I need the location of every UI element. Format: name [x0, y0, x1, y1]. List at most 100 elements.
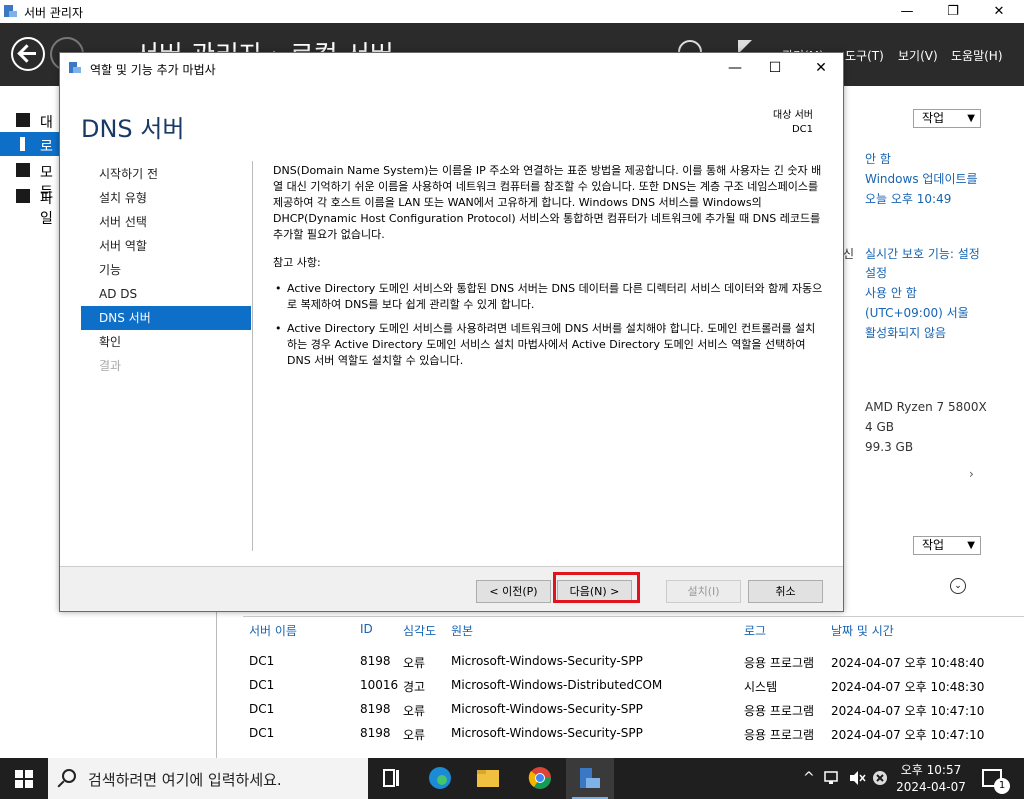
install-button: 설치(I) — [666, 580, 741, 603]
search-placeholder: 검색하려면 여기에 입력하세요. — [88, 771, 282, 789]
menu-help[interactable]: 도움말(H) — [951, 47, 1003, 64]
nav-divider — [252, 161, 253, 551]
feedback-value[interactable]: 설정 — [865, 264, 887, 281]
column-datetime[interactable]: 날짜 및 시간 — [831, 622, 894, 639]
menu-view[interactable]: 보기(V) — [898, 47, 938, 64]
cell-datetime: 2024-04-07 오후 10:47:10 — [831, 728, 985, 742]
file-explorer-button[interactable] — [464, 758, 512, 799]
cell-server-name: DC1 — [249, 678, 275, 692]
back-button[interactable] — [11, 37, 45, 71]
cell-log: 응용 프로그램 — [744, 704, 815, 718]
table-row[interactable]: DC1 10016 경고 Microsoft-Windows-DistributedC… — [217, 676, 1024, 696]
server-manager-icon — [580, 768, 600, 788]
sidebar-item-dashboard[interactable]: 대시 — [0, 108, 60, 151]
dialog-title: 역할 및 기능 추가 마법사 — [90, 63, 216, 77]
dialog-maximize-button[interactable]: ☐ — [760, 58, 790, 78]
step-ad-ds[interactable]: AD DS — [81, 282, 251, 306]
next-button-highlight — [553, 572, 640, 603]
target-server-caption: 대상 서버 — [773, 110, 813, 121]
cell-severity: 오류 — [403, 728, 426, 742]
cell-source: Microsoft-Windows-Security-SPP — [451, 726, 643, 740]
processor-value: AMD Ryzen 7 5800X — [865, 400, 987, 414]
dialog-minimize-button[interactable]: — — [720, 58, 750, 78]
sidebar-item-all-servers[interactable]: 모든 — [0, 158, 60, 201]
volume-muted-icon[interactable] — [848, 770, 866, 786]
menu-tools[interactable]: 도구(T) — [845, 47, 884, 64]
step-features[interactable]: 기능 — [81, 258, 251, 282]
wizard-content: DNS(Domain Name System)는 이름을 IP 주소와 연결하는… — [273, 163, 823, 377]
update-setting-value[interactable]: 안 함 — [865, 150, 891, 167]
note-item: Active Directory 도메인 서비스를 사용하려면 네트워크에 DN… — [273, 321, 823, 369]
dialog-footer: < 이전(P) 다음(N) > 설치(I) 취소 — [60, 566, 843, 611]
column-log[interactable]: 로그 — [744, 622, 766, 639]
outer-window-title: 서버 관리자 — [24, 6, 84, 20]
task-view-button[interactable] — [368, 758, 416, 799]
cell-datetime: 2024-04-07 오후 10:48:30 — [831, 680, 985, 694]
outer-maximize-button[interactable]: ❐ — [930, 0, 976, 23]
cell-server-name: DC1 — [249, 726, 275, 740]
table-row[interactable]: DC1 8198 오류 Microsoft-Windows-Security-SPP 응… — [217, 652, 1024, 672]
cell-datetime: 2024-04-07 오후 10:48:40 — [831, 656, 985, 670]
cell-id: 8198 — [360, 702, 391, 716]
properties-task-dropdown[interactable]: 작업 — [913, 109, 981, 128]
cell-log: 응용 프로그램 — [744, 656, 815, 670]
chrome-icon — [528, 767, 551, 789]
cell-source: Microsoft-Windows-DistributedCOM — [451, 678, 663, 692]
events-collapse-icon[interactable]: ⌄ — [950, 578, 966, 594]
cell-server-name: DC1 — [249, 702, 275, 716]
last-check-value[interactable]: 오늘 오후 10:49 — [865, 190, 951, 207]
chrome-button[interactable] — [516, 758, 564, 799]
column-severity[interactable]: 심각도 — [403, 622, 436, 639]
windows-update-value[interactable]: Windows 업데이트를 — [865, 170, 978, 187]
cell-severity: 오류 — [403, 656, 426, 670]
wizard-icon — [69, 62, 81, 73]
dialog-close-button[interactable]: ✕ — [806, 58, 836, 78]
step-before-you-begin[interactable]: 시작하기 전 — [81, 162, 251, 186]
note-item: Active Directory 도메인 서비스와 통합된 DNS 서버는 DN… — [273, 281, 823, 313]
outer-titlebar: 서버 관리자 — ❐ ✕ — [0, 0, 1024, 23]
table-row[interactable]: DC1 8198 오류 Microsoft-Windows-Security-SPP 응… — [217, 700, 1024, 720]
step-dns-server[interactable]: DNS 서버 — [81, 306, 251, 330]
windows-logo-icon — [25, 770, 33, 778]
notification-count-badge: 1 — [994, 778, 1010, 794]
ie-security-value[interactable]: 사용 안 함 — [865, 284, 917, 301]
column-source[interactable]: 원본 — [451, 622, 473, 639]
folder-icon — [477, 770, 499, 787]
step-server-roles[interactable]: 서버 역할 — [81, 234, 251, 258]
activation-value[interactable]: 활성화되지 않음 — [865, 324, 946, 341]
tray-overflow-icon[interactable]: ^ — [803, 770, 815, 786]
cancel-button[interactable]: 취소 — [748, 580, 823, 603]
outer-close-button[interactable]: ✕ — [976, 0, 1022, 23]
server-manager-taskbar-button[interactable] — [566, 758, 614, 799]
step-confirmation[interactable]: 확인 — [81, 330, 251, 354]
cell-id: 8198 — [360, 654, 391, 668]
cell-log: 시스템 — [744, 680, 778, 694]
edge-button[interactable] — [416, 758, 464, 799]
step-installation-type[interactable]: 설치 유형 — [81, 186, 251, 210]
outer-minimize-button[interactable]: — — [884, 0, 930, 23]
target-server-label: 대상 서버 DC1 — [773, 109, 813, 137]
column-id[interactable]: ID — [360, 622, 373, 636]
realtime-protection-value[interactable]: 실시간 보호 기능: 설정 — [865, 245, 980, 262]
local-server-icon — [20, 137, 25, 151]
taskbar-search[interactable]: 검색하려면 여기에 입력하세요. — [48, 758, 368, 799]
sidebar-item-file-services[interactable]: 파일 — [0, 184, 60, 227]
scroll-right-icon[interactable]: › — [969, 467, 974, 481]
network-icon[interactable] — [824, 770, 842, 786]
start-button[interactable] — [0, 758, 48, 799]
taskbar-clock[interactable]: 오후 10:57 2024-04-07 — [886, 762, 976, 796]
edge-icon — [429, 767, 451, 789]
disk-value: 99.3 GB — [865, 440, 914, 454]
step-server-selection[interactable]: 서버 선택 — [81, 210, 251, 234]
notes-list: Active Directory 도메인 서비스와 통합된 DNS 서버는 DN… — [273, 281, 823, 369]
timezone-value[interactable]: (UTC+09:00) 서울 — [865, 304, 969, 321]
sidebar-item-local-server[interactable]: 로컬 — [0, 132, 60, 175]
previous-button[interactable]: < 이전(P) — [476, 580, 551, 603]
dns-description: DNS(Domain Name System)는 이름을 IP 주소와 연결하는… — [273, 164, 822, 241]
column-server-name[interactable]: 서버 이름 — [249, 622, 297, 639]
server-manager-icon — [4, 5, 17, 17]
events-table: 서버 이름 ID 심각도 원본 로그 날짜 및 시간 DC1 8198 오류 Micr… — [216, 612, 1024, 758]
table-row[interactable]: DC1 8198 오류 Microsoft-Windows-Security-SPP 응… — [217, 724, 1024, 744]
events-task-dropdown[interactable]: 작업 — [913, 536, 981, 555]
cell-severity: 경고 — [403, 680, 426, 694]
